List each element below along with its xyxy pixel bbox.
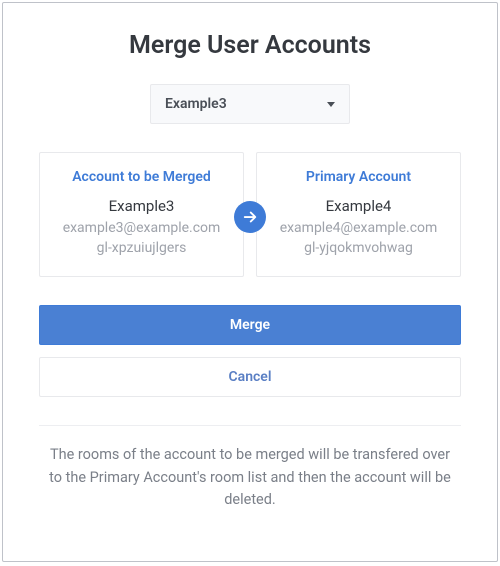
primary-account-heading: Primary Account [267, 169, 450, 185]
merge-account-card: Account to be Merged Example3 example3@e… [39, 152, 244, 277]
account-select-dropdown[interactable]: Example3 [150, 84, 350, 124]
cancel-button[interactable]: Cancel [39, 357, 461, 397]
modal-title: Merge User Accounts [39, 31, 461, 60]
dropdown-selected-label: Example3 [165, 96, 227, 112]
divider [39, 425, 461, 426]
primary-account-email: example4@example.com [267, 219, 450, 239]
chevron-down-icon [327, 102, 335, 107]
merge-accounts-modal: Merge User Accounts Example3 Account to … [2, 2, 498, 562]
primary-account-card: Primary Account Example4 example4@exampl… [256, 152, 461, 277]
accounts-row: Account to be Merged Example3 example3@e… [39, 152, 461, 277]
merge-account-name: Example3 [50, 197, 233, 215]
arrow-right-icon [234, 201, 266, 233]
primary-account-name: Example4 [267, 197, 450, 215]
merge-account-id: gl-xpzuiujlgers [50, 239, 233, 259]
merge-account-heading: Account to be Merged [50, 169, 233, 185]
account-select-wrap: Example3 [39, 84, 461, 124]
merge-button[interactable]: Merge [39, 305, 461, 345]
merge-account-email: example3@example.com [50, 219, 233, 239]
info-text: The rooms of the account to be merged wi… [39, 444, 461, 511]
primary-account-id: gl-yjqokmvohwag [267, 239, 450, 259]
